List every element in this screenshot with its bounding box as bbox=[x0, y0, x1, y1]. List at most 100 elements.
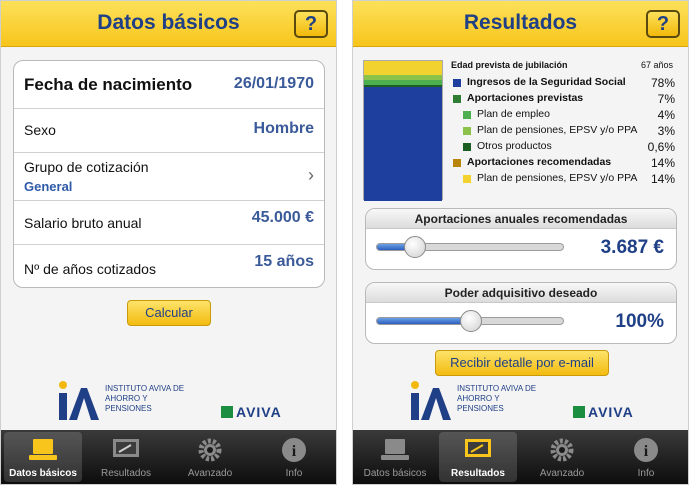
presentation-icon bbox=[465, 439, 491, 457]
legend-label: Plan de pensiones, EPSV y/o PPA bbox=[477, 124, 638, 136]
page-title: Datos básicos bbox=[97, 11, 240, 34]
header-bar: Resultados ? bbox=[353, 1, 688, 47]
row-salario[interactable]: Salario bruto anual 45.000 € bbox=[14, 201, 324, 245]
slider-knob[interactable] bbox=[460, 310, 482, 332]
legend-label: Aportaciones previstas bbox=[467, 92, 584, 104]
gear-icon bbox=[550, 438, 574, 462]
info-icon: i bbox=[282, 438, 306, 462]
poder-title: Poder adquisitivo deseado bbox=[366, 283, 676, 303]
aviva-text: AVIVA bbox=[588, 404, 634, 420]
legend-swatch bbox=[453, 95, 461, 103]
tab-label: Datos básicos bbox=[9, 468, 77, 479]
legend-label: Plan de pensiones, EPSV y/o PPA bbox=[477, 172, 638, 184]
tab-bar: Datos básicos Resultados Avanzado i Info bbox=[353, 430, 688, 484]
tab-info[interactable]: i Info bbox=[607, 432, 685, 482]
ia-logo-icon bbox=[59, 381, 99, 420]
tab-resultados[interactable]: Resultados bbox=[87, 432, 165, 482]
tab-avanzado[interactable]: Avanzado bbox=[171, 432, 249, 482]
tab-datos-basicos[interactable]: Datos básicos bbox=[356, 432, 434, 482]
content-area: Fecha de nacimiento 26/01/1970 Sexo Homb… bbox=[1, 48, 336, 432]
poder-adquisitivo-panel: Poder adquisitivo deseado 100% bbox=[365, 282, 677, 344]
legend-item: Ingresos de la Seguridad Social 78% bbox=[453, 76, 675, 90]
resultados-screen: Resultados ? Edad prevista de jubilación… bbox=[352, 0, 689, 485]
legend-value: 4% bbox=[657, 108, 675, 122]
sexo-label: Sexo bbox=[24, 122, 56, 138]
tab-datos-basicos[interactable]: Datos básicos bbox=[4, 432, 82, 482]
tab-label: Info bbox=[285, 468, 303, 479]
legend-swatch bbox=[463, 143, 471, 151]
email-detail-button[interactable]: Recibir detalle por e-mail bbox=[435, 350, 609, 376]
institute-name: INSTITUTO AVIVA DE AHORRO Y PENSIONES bbox=[457, 384, 537, 413]
aviva-mark-icon bbox=[573, 406, 585, 418]
legend-swatch bbox=[463, 127, 471, 135]
anos-value: 15 años bbox=[254, 253, 314, 270]
legend-value: 3% bbox=[657, 124, 675, 138]
poder-value: 100% bbox=[615, 311, 664, 332]
slider-fill bbox=[377, 318, 471, 324]
aportaciones-panel: Aportaciones anuales recomendadas 3.687 … bbox=[365, 208, 677, 270]
aportaciones-title: Aportaciones anuales recomendadas bbox=[366, 209, 676, 229]
aviva-text: AVIVA bbox=[236, 404, 282, 420]
tab-avanzado[interactable]: Avanzado bbox=[523, 432, 601, 482]
fecha-label: Fecha de nacimiento bbox=[24, 75, 193, 94]
legend-item: Plan de pensiones, EPSV y/o PPA 14% bbox=[453, 172, 675, 186]
slider-knob[interactable] bbox=[404, 236, 426, 258]
grupo-label: Grupo de cotización bbox=[24, 159, 149, 175]
tab-label: Avanzado bbox=[187, 468, 233, 479]
help-button[interactable]: ? bbox=[294, 10, 328, 38]
legend-label: Ingresos de la Seguridad Social bbox=[467, 76, 626, 88]
bar-segment-seguridad-social bbox=[364, 87, 442, 201]
laptop-icon bbox=[29, 439, 57, 460]
datos-basicos-screen: Datos básicos ? Fecha de nacimiento 26/0… bbox=[0, 0, 337, 485]
legend-swatch bbox=[453, 159, 461, 167]
institute-logo: INSTITUTO AVIVA DE AHORRO Y PENSIONES bbox=[55, 380, 205, 424]
institute-logo: INSTITUTO AVIVA DE AHORRO Y PENSIONES bbox=[407, 380, 557, 424]
aportaciones-slider[interactable] bbox=[376, 236, 564, 258]
legend-label: Plan de empleo bbox=[477, 108, 550, 120]
bar-segment-recomendadas bbox=[364, 61, 442, 75]
aviva-logo: AVIVA bbox=[573, 404, 634, 420]
fecha-value: 26/01/1970 bbox=[233, 75, 314, 92]
tab-info[interactable]: i Info bbox=[255, 432, 333, 482]
row-fecha-nacimiento[interactable]: Fecha de nacimiento 26/01/1970 bbox=[14, 61, 324, 109]
legend-value: 0,6% bbox=[647, 140, 675, 154]
gear-icon bbox=[198, 438, 222, 462]
presentation-icon bbox=[113, 439, 139, 457]
salario-value: 45.000 € bbox=[251, 209, 314, 226]
legend-value: 14% bbox=[650, 172, 675, 186]
tab-resultados[interactable]: Resultados bbox=[439, 432, 517, 482]
edad-value: 67 años bbox=[640, 60, 673, 70]
legend-item: Aportaciones previstas 7% bbox=[453, 92, 675, 106]
grupo-value: General bbox=[24, 179, 73, 194]
aviva-mark-icon bbox=[221, 406, 233, 418]
legend-item: Plan de empleo 4% bbox=[453, 108, 675, 122]
legend-swatch bbox=[463, 111, 471, 119]
form-group: Fecha de nacimiento 26/01/1970 Sexo Homb… bbox=[13, 60, 325, 288]
row-sexo[interactable]: Sexo Hombre bbox=[14, 109, 324, 153]
legend-value: 7% bbox=[657, 92, 675, 106]
tab-label: Resultados bbox=[451, 468, 505, 479]
retirement-income-chart bbox=[363, 60, 443, 201]
row-anos-cotizados[interactable]: Nº de años cotizados 15 años bbox=[14, 245, 324, 287]
info-icon: i bbox=[634, 438, 658, 462]
svg-text:i: i bbox=[644, 443, 649, 460]
help-button[interactable]: ? bbox=[646, 10, 680, 38]
laptop-icon bbox=[381, 439, 409, 460]
edad-jubilacion: Edad prevista de jubilación 67 años bbox=[451, 60, 673, 70]
legend-value: 78% bbox=[650, 76, 675, 90]
legend-swatch bbox=[453, 79, 461, 87]
tab-label: Avanzado bbox=[539, 468, 585, 479]
aviva-logo: AVIVA bbox=[221, 404, 282, 420]
legend-label: Otros productos bbox=[477, 140, 552, 152]
tab-label: Resultados bbox=[100, 468, 152, 479]
legend-item: Plan de pensiones, EPSV y/o PPA 3% bbox=[453, 124, 675, 138]
aportaciones-value: 3.687 € bbox=[600, 237, 664, 258]
legend-item: Aportaciones recomendadas 14% bbox=[453, 156, 675, 170]
legend-label: Aportaciones recomendadas bbox=[467, 156, 612, 168]
page-title: Resultados bbox=[463, 11, 578, 34]
poder-slider[interactable] bbox=[376, 310, 564, 332]
legend-swatch bbox=[463, 175, 471, 183]
calcular-button[interactable]: Calcular bbox=[127, 300, 211, 326]
row-grupo-cotizacion[interactable]: Grupo de cotización General › bbox=[14, 153, 324, 201]
legend-value: 14% bbox=[650, 156, 675, 170]
